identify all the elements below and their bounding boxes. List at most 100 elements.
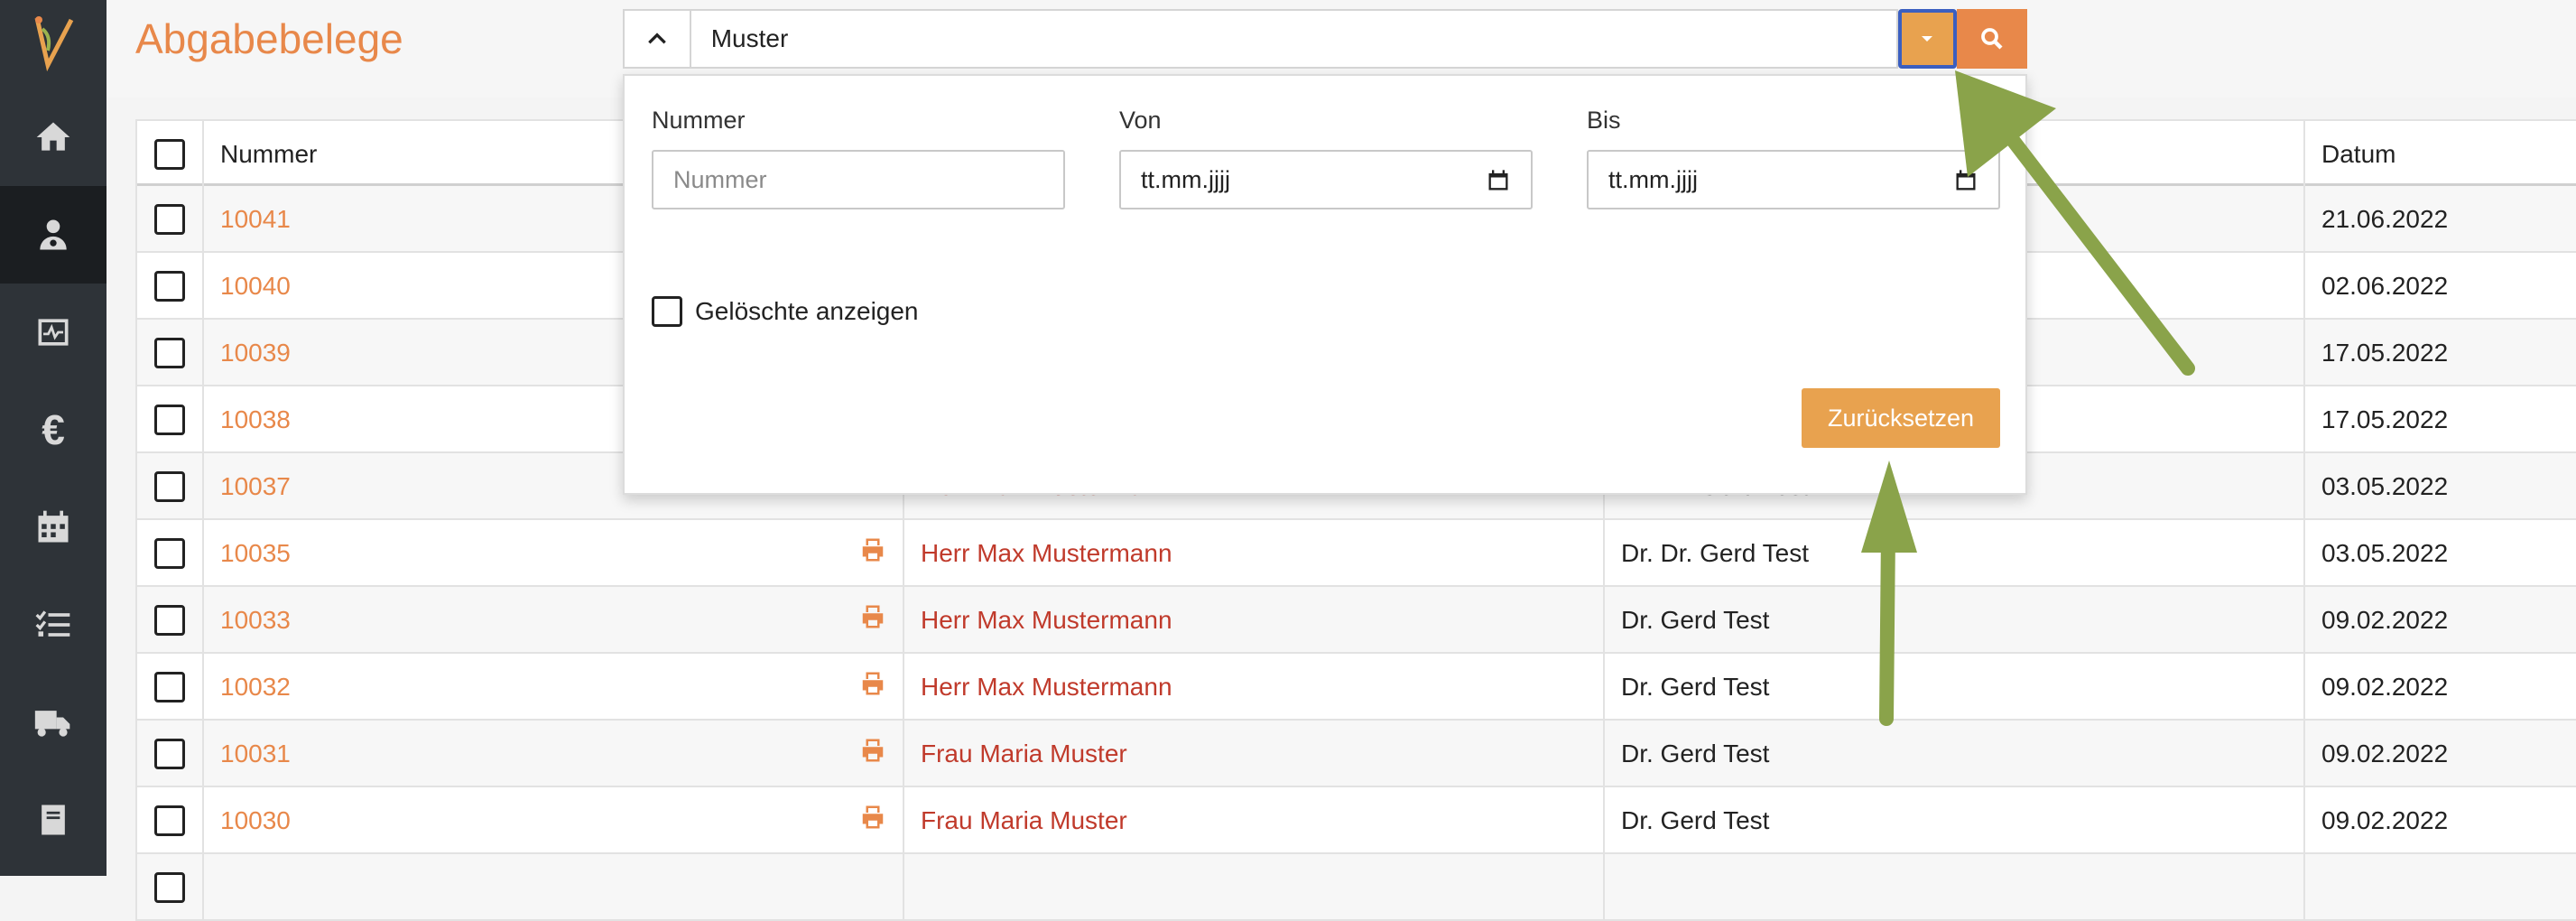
row-patient-name[interactable] (903, 854, 1603, 921)
row-number-text[interactable]: 10032 (220, 673, 291, 702)
search-input[interactable] (690, 9, 1898, 69)
row-check-cell (135, 386, 202, 453)
row-doctor: Dr. Gerd Test (1603, 721, 2303, 787)
table-row[interactable]: 10030 Frau Maria Muster Dr. Gerd Test 09… (135, 787, 2576, 854)
row-checkbox[interactable] (154, 271, 185, 302)
reset-button[interactable]: Zurücksetzen (1802, 388, 2000, 448)
table-row[interactable]: 10035 Herr Max Mustermann Dr. Dr. Gerd T… (135, 520, 2576, 587)
row-checkbox[interactable] (154, 538, 185, 569)
row-doctor: Dr. Gerd Test (1603, 587, 2303, 654)
book-icon (42, 805, 65, 835)
print-icon[interactable] (859, 737, 886, 764)
show-deleted-option[interactable]: Gelöschte anzeigen (652, 296, 919, 327)
truck-icon (34, 711, 70, 737)
table-row[interactable] (135, 854, 2576, 921)
row-date: 09.02.2022 (2303, 721, 2576, 787)
bis-date-field[interactable]: tt.mm.jjjj (1587, 150, 2000, 209)
row-number-text[interactable]: 10033 (220, 606, 291, 635)
search-button[interactable] (1957, 9, 2027, 69)
row-date: 03.05.2022 (2303, 520, 2576, 587)
row-check-cell (135, 186, 202, 253)
row-checkbox[interactable] (154, 471, 185, 502)
collapse-button[interactable] (623, 9, 691, 69)
nummer-field[interactable]: Nummer (652, 150, 1065, 209)
print-icon[interactable] (859, 804, 886, 831)
row-patient-name[interactable]: Frau Maria Muster (903, 787, 1603, 854)
row-patient-name[interactable]: Herr Max Mustermann (903, 587, 1603, 654)
table-row[interactable]: 10032 Herr Max Mustermann Dr. Gerd Test … (135, 654, 2576, 721)
calendar-icon (38, 510, 69, 543)
sidebar-item-book[interactable] (0, 771, 107, 869)
row-doctor: Dr. Gerd Test (1603, 787, 2303, 854)
row-date: 09.02.2022 (2303, 654, 2576, 721)
print-icon[interactable] (859, 536, 886, 563)
sidebar-item-monitor[interactable] (0, 284, 107, 381)
row-date: 09.02.2022 (2303, 787, 2576, 854)
row-check-cell (135, 520, 202, 587)
bis-date-value: tt.mm.jjjj (1608, 165, 1698, 193)
caret-down-icon (1922, 36, 1933, 42)
row-checkbox[interactable] (154, 872, 185, 903)
sidebar-item-home[interactable] (0, 88, 107, 186)
chevron-up-icon (648, 33, 666, 44)
show-deleted-checkbox[interactable] (652, 296, 682, 327)
row-check-cell (135, 854, 202, 921)
row-number-text[interactable]: 10030 (220, 806, 291, 835)
sidebar-item-patients[interactable] (0, 186, 107, 284)
row-checkbox[interactable] (154, 405, 185, 435)
row-date: 09.02.2022 (2303, 587, 2576, 654)
app-logo[interactable] (0, 0, 107, 81)
row-number-text[interactable]: 10031 (220, 740, 291, 768)
calendar-icon[interactable] (1953, 168, 1978, 193)
row-check-cell (135, 654, 202, 721)
row-checkbox[interactable] (154, 338, 185, 368)
nummer-placeholder: Nummer (673, 165, 767, 193)
row-number-link[interactable]: 10035 (202, 520, 903, 587)
sidebar-item-tasks[interactable] (0, 576, 107, 674)
row-number-link[interactable]: 10032 (202, 654, 903, 721)
table-row[interactable]: 10033 Herr Max Mustermann Dr. Gerd Test … (135, 587, 2576, 654)
row-number-link[interactable]: 10033 (202, 587, 903, 654)
patient-icon (40, 219, 67, 250)
von-date-field[interactable]: tt.mm.jjjj (1119, 150, 1533, 209)
row-checkbox[interactable] (154, 204, 185, 235)
row-patient-name[interactable]: Herr Max Mustermann (903, 654, 1603, 721)
search-icon (1981, 28, 2003, 50)
column-header-date[interactable]: Datum (2303, 121, 2576, 188)
search-bar (623, 9, 2027, 69)
sidebar-item-billing[interactable]: € (0, 381, 107, 479)
row-date (2303, 854, 2576, 921)
row-checkbox[interactable] (154, 672, 185, 702)
row-checkbox[interactable] (154, 605, 185, 636)
row-patient-name[interactable]: Herr Max Mustermann (903, 520, 1603, 587)
select-all-cell (135, 121, 202, 188)
von-date-value: tt.mm.jjjj (1141, 165, 1230, 193)
sidebar-item-calendar[interactable] (0, 479, 107, 576)
logo-icon (34, 16, 74, 72)
row-number-link[interactable]: 10031 (202, 721, 903, 787)
checklist-icon (35, 610, 70, 637)
sidebar-item-delivery[interactable] (0, 674, 107, 771)
monitor-icon (38, 319, 69, 346)
table-row[interactable]: 10031 Frau Maria Muster Dr. Gerd Test 09… (135, 721, 2576, 787)
row-doctor: Dr. Gerd Test (1603, 654, 2303, 721)
row-check-cell (135, 320, 202, 386)
select-all-checkbox[interactable] (154, 139, 185, 170)
row-doctor (1603, 854, 2303, 921)
row-number-link[interactable]: 10030 (202, 787, 903, 854)
row-checkbox[interactable] (154, 805, 185, 836)
filter-dropdown-button[interactable] (1897, 9, 1958, 69)
print-icon[interactable] (859, 670, 886, 697)
row-number-text[interactable]: 10035 (220, 539, 291, 568)
calendar-icon[interactable] (1486, 168, 1511, 193)
home-icon (36, 122, 70, 151)
row-patient-name[interactable]: Frau Maria Muster (903, 721, 1603, 787)
row-checkbox[interactable] (154, 739, 185, 769)
row-check-cell (135, 721, 202, 787)
row-date: 03.05.2022 (2303, 453, 2576, 520)
print-icon[interactable] (859, 603, 886, 630)
filter-panel: Nummer Nummer Von tt.mm.jjjj Bis tt.mm.j… (623, 74, 2027, 495)
row-number-link[interactable] (202, 854, 903, 921)
row-date: 17.05.2022 (2303, 320, 2576, 386)
row-date: 21.06.2022 (2303, 186, 2576, 253)
